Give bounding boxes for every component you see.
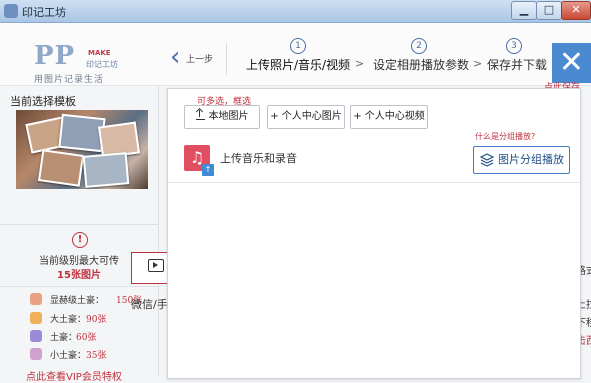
tier-name: 小土豪： [50, 351, 87, 361]
step-3-label[interactable]: 保存并下载 [487, 56, 547, 73]
template-thumbnail[interactable] [16, 110, 148, 189]
group-play-button[interactable]: 图片分组播放 [473, 146, 570, 174]
tier-name: 大土豪： [50, 315, 87, 325]
center-videos-button[interactable]: + 个人中心视频 [350, 105, 428, 129]
back-label: 上一步 [186, 55, 214, 65]
divider [0, 224, 158, 225]
vip-privileges-link[interactable]: 点此查看VIP会员特权 [26, 368, 122, 383]
step-2-number: 2 [411, 38, 427, 54]
logo-pp: PP [34, 41, 76, 71]
close-x-icon[interactable]: ✕ [552, 43, 591, 83]
group-play-label: 图片分组播放 [498, 153, 564, 166]
video-icon [148, 259, 164, 272]
step-1-label[interactable]: 上传照片/音乐/视频 [246, 56, 350, 73]
local-images-button[interactable]: 本地图片 [184, 105, 260, 129]
tier-count: 90张 [86, 315, 107, 325]
center-images-button[interactable]: + 个人中心图片 [267, 105, 345, 129]
window-title: 印记工坊 [22, 6, 66, 19]
thumb-photo [82, 152, 130, 188]
step-3-number: 3 [506, 38, 522, 54]
back-button[interactable]: ‹ 上一步 [168, 43, 216, 73]
title-bar: 印记工坊 ▁ □ ✕ [0, 0, 591, 23]
close-window-button[interactable]: ✕ [561, 1, 591, 20]
maximize-button[interactable]: □ [536, 1, 562, 20]
local-images-label: 本地图片 [208, 111, 249, 122]
divider [168, 182, 580, 183]
header: PP MAKE 印记工坊 用图片记录生活 ‹ 上一步 1 上传照片/音乐/视频 … [0, 23, 591, 100]
tier-badge-icon [30, 293, 42, 305]
step-arrow-icon: > [473, 57, 483, 70]
group-play-help-link[interactable]: 什么是分组播放? [475, 131, 535, 142]
thumb-photo [37, 149, 85, 187]
step-1-number: 1 [290, 38, 306, 54]
logo-tagline: 用图片记录生活 [34, 75, 105, 85]
logo-make: MAKE [88, 49, 111, 57]
logo-brand: 印记工坊 [86, 60, 118, 69]
upload-badge-icon: ↑ [202, 164, 214, 176]
tier-badge-icon [30, 330, 42, 342]
tier-count: 60张 [76, 333, 97, 343]
upload-dialog: 可多选，框选 本地图片 + 个人中心图片 + 个人中心视频 什么是分组播放? ♫… [167, 88, 581, 379]
header-divider [226, 43, 227, 75]
layers-icon [480, 153, 494, 167]
app-icon [4, 4, 18, 18]
tier-name: 土豪： [50, 333, 78, 343]
template-panel: 当前选择模板 ! 当前级别最大可传 15张图片 显赫级土豪： 150张 大土豪：… [0, 86, 159, 383]
step-arrow-icon: > [355, 57, 365, 70]
tier-badge-icon [30, 348, 42, 360]
minimize-button[interactable]: ▁ [511, 1, 537, 20]
tier-badge-icon [30, 312, 42, 324]
step-2-label[interactable]: 设定相册播放参数 [373, 56, 469, 73]
upload-icon [195, 110, 205, 120]
warning-icon: ! [72, 232, 88, 248]
tier-count: 35张 [86, 351, 107, 361]
divider [0, 286, 158, 287]
panel-title: 当前选择模板 [10, 95, 76, 108]
tier-name: 显赫级土豪： [50, 296, 105, 306]
upload-music-label[interactable]: 上传音乐和录音 [220, 150, 297, 166]
back-arrow-icon: ‹ [170, 42, 181, 72]
